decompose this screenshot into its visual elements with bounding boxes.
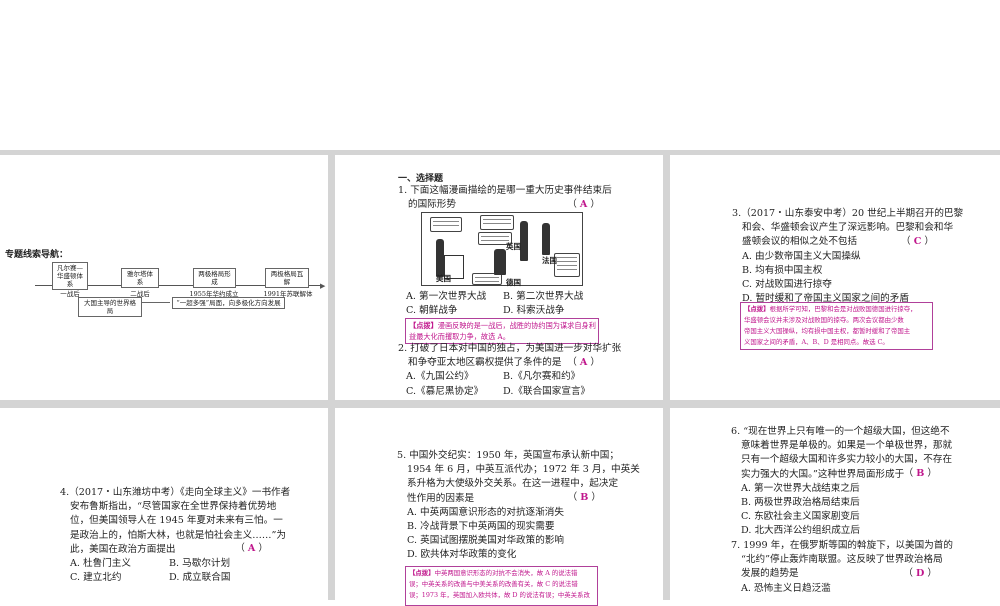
- hint-text: 华盛顿会议并未涉及对战败国的掠夺。两次会议都由少数: [744, 316, 904, 324]
- question-text: 和会、华盛顿会议产生了深远影响。巴黎和会和华: [742, 222, 954, 234]
- option-a: A. 第一次世界大战: [406, 291, 487, 302]
- option-b: B. 两极世界政治格局结束后: [741, 497, 860, 509]
- option-a: A. 杜鲁门主义: [70, 558, 131, 570]
- option-c: C. 建立北约: [70, 572, 122, 584]
- nav-box-great-powers: 大国主导的世界格局: [78, 297, 142, 317]
- hint-text: 误；中英关系的改善与中美关系的改善有关，故 C 的说法错: [409, 580, 578, 588]
- question-text: 意味着世界是单极的。如果是一个单极世界，那就: [741, 440, 953, 452]
- option-b: B. 冷战背景下中英两国的现实需要: [407, 521, 555, 533]
- hint-box: 【点拨】中英两国意识形态的对抗不会消失，故 A 的说法错 误；中英关系的改善与中…: [405, 566, 598, 606]
- question-1: 1. 下面这幅漫画描绘的是哪一重大历史事件结束后 的国际形势 （ A ）: [398, 184, 612, 212]
- nav-box-bipolar-collapsed: 两极格局瓦解: [265, 268, 309, 288]
- question-text: 6. “现在世界上只有唯一的一个超级大国，但这绝不: [731, 426, 950, 437]
- answer-bracket: （ C ）: [901, 236, 934, 247]
- question-text: 安布鲁斯指出，“尽管国家在全世界保持着优势地: [70, 501, 277, 513]
- question-7: 7. 1999 年，在俄罗斯等国的斡旋下，以美国为首的 “北约”停止轰炸南联盟。…: [731, 539, 953, 596]
- speech-bubble: [430, 217, 462, 232]
- question-4: 4.（2017・山东潍坊中考）《走向全球主义》一书作者 安布鲁斯指出，“尽管国家…: [60, 486, 291, 585]
- hint-text: 义国家之间的矛盾，A、B、D 是相同点。故选 C。: [744, 338, 889, 346]
- answer-bracket: （ B ）: [567, 492, 601, 503]
- timeline-arrow-icon: ▶: [320, 282, 326, 290]
- hint-text: 中英两国意识形态的对抗不会消失，故 A 的说法错: [434, 569, 578, 577]
- question-6: 6. “现在世界上只有唯一的一个超级大国，但这绝不 意味着世界是单极的。如果是一…: [731, 425, 953, 539]
- option-c: C. 东欧社会主义国家剧变后: [741, 511, 860, 523]
- answer-bracket: （ A ）: [567, 357, 600, 368]
- question-text: 位，但美国领导人在 1945 年夏对未来有三怕。一: [70, 515, 283, 527]
- question-text: 1954 年 6 月，中英互派代办；1972 年 3 月，中英关: [407, 464, 640, 476]
- nav-box-bipolar-formed: 两极格局形成: [193, 268, 236, 288]
- option-a: A. 恐怖主义日趋泛滥: [741, 582, 831, 594]
- option-b: B.《凡尔赛和约》: [503, 371, 581, 383]
- question-text: 是政治上的，怕斯大林，也就是怕社会主义……”为: [70, 529, 286, 541]
- option-d: D. 成立联合国: [169, 572, 231, 584]
- option-b: B. 均有损中国主权: [742, 264, 823, 276]
- speech-bubble: [554, 253, 580, 277]
- option-a: A. 第一次世界大战结束之后: [741, 482, 860, 494]
- question-text: 7. 1999 年，在俄罗斯等国的斡旋下，以美国为首的: [731, 540, 953, 551]
- label-uk: 英国: [506, 242, 521, 251]
- nav-box-versailles: 凡尔赛—华盛顿体系: [52, 262, 88, 290]
- hint-tag: 【点拨】: [744, 305, 770, 313]
- question-text: 只有一个超级大国和许多实力较小的大国，不存在: [741, 454, 953, 466]
- question-text: 1. 下面这幅漫画描绘的是哪一重大历史事件结束后: [398, 185, 612, 196]
- hint-text: 帝国主义大国操纵，均有损中国主权，都暂时缓和了帝国主: [744, 327, 911, 335]
- cartoon-image: 美国 英国 法国 德国: [421, 212, 583, 287]
- option-c: C. 对战败国进行掠夺: [742, 279, 832, 291]
- usa-figure: [436, 239, 444, 277]
- option-c: C. 英国试图摆脱美国对华政策的影响: [407, 535, 565, 547]
- option-d: D. 科索沃战争: [503, 305, 565, 317]
- answer-bracket: （ A ）: [567, 199, 600, 210]
- question-text: 系升格为大使级外交关系。在这一进程中，起决定: [407, 478, 619, 490]
- answer: C: [913, 236, 922, 247]
- nav-box-multipolar: “一超多强”局面，向多极化方向发展: [172, 297, 285, 309]
- hint-tag: 【点拨】: [409, 321, 438, 330]
- answer-bracket: （ D ）: [903, 568, 937, 579]
- question-5: 5. 中国外交纪实：1950 年，英国宣布承认新中国； 1954 年 6 月，中…: [397, 449, 640, 563]
- answer: A: [579, 357, 588, 368]
- question-text: 4.（2017・山东潍坊中考）《走向全球主义》一书作者: [60, 487, 291, 498]
- hint-text: 根据所学可知，巴黎和会是对战败国德国进行掠夺，: [769, 305, 917, 313]
- hint-text: 益最大化而攫取力争，故选 A。: [409, 332, 510, 341]
- question-text: 5. 中国外交纪实：1950 年，英国宣布承认新中国；: [397, 450, 619, 461]
- answer-bracket: （ B ）: [903, 468, 937, 479]
- option-b: B. 马歇尔计划: [169, 558, 231, 570]
- answer: A: [579, 199, 588, 210]
- option-c: C. 朝鲜战争: [406, 305, 458, 317]
- question-2: 2. 打破了日本对中国的独占，为美国进一步对华扩张 和争夺亚太地区霸权提供了条件…: [398, 342, 622, 399]
- label-usa: 美国: [436, 274, 451, 283]
- question-text: 2. 打破了日本对中国的独占，为美国进一步对华扩张: [398, 343, 622, 354]
- hint-text: 漫画反映的是一战后，战胜的协约国为谋求自身利: [437, 321, 596, 330]
- option-d: D. 欧共体对华政策的变化: [407, 549, 517, 561]
- hint-box: 【点拨】漫画反映的是一战后，战胜的协约国为谋求自身利 益最大化而攫取力争，故选 …: [405, 318, 599, 344]
- answer: B: [916, 468, 925, 479]
- label-germany: 德国: [506, 278, 521, 287]
- option-c: C.《慕尼黑协定》: [406, 385, 484, 397]
- timeline-label: 一战后: [60, 290, 80, 298]
- option-a: A.《九国公约》: [406, 371, 474, 383]
- arrow-connector: [142, 302, 170, 303]
- uk-figure: [520, 221, 528, 261]
- option-a: A. 由少数帝国主义大国操纵: [742, 250, 861, 262]
- answer-bracket: （ A ）: [235, 543, 268, 554]
- germany-figure: [494, 249, 506, 275]
- label-france: 法国: [542, 256, 557, 265]
- option-d: D.《联合国家宣言》: [503, 385, 591, 397]
- hint-tag: 【点拨】: [409, 569, 435, 577]
- answer: B: [580, 492, 589, 503]
- option-a: A. 中英两国意识形态的对抗逐渐消失: [407, 506, 564, 518]
- question-text: 3.（2017・山东泰安中考）20 世纪上半期召开的巴黎: [732, 208, 964, 219]
- hint-box: 【点拨】根据所学可知，巴黎和会是对战败国德国进行掠夺， 华盛顿会议并未涉及对战败…: [740, 302, 933, 350]
- france-figure: [542, 223, 550, 255]
- question-3: 3.（2017・山东泰安中考）20 世纪上半期召开的巴黎 和会、华盛顿会议产生了…: [732, 207, 964, 306]
- nav-title: 专题线索导航：: [5, 250, 69, 260]
- hint-text: 误；1973 年，英国加入欧共体，故 D 的说法有误；中英关系改: [409, 591, 590, 599]
- speech-bubble: [480, 215, 514, 230]
- option-b: B. 第二次世界大战: [503, 291, 584, 302]
- option-d: D. 北大西洋公约组织成立后: [741, 525, 860, 537]
- q1-options: A. 第一次世界大战 B. 第二次世界大战 C. 朝鲜战争 D. 科索沃战争: [406, 290, 600, 318]
- answer: A: [247, 543, 256, 554]
- nav-box-yalta: 雅尔塔体系: [121, 268, 159, 288]
- question-text: “北约”停止轰炸南联盟。这反映了世界政治格局: [741, 554, 943, 566]
- answer: D: [916, 568, 925, 579]
